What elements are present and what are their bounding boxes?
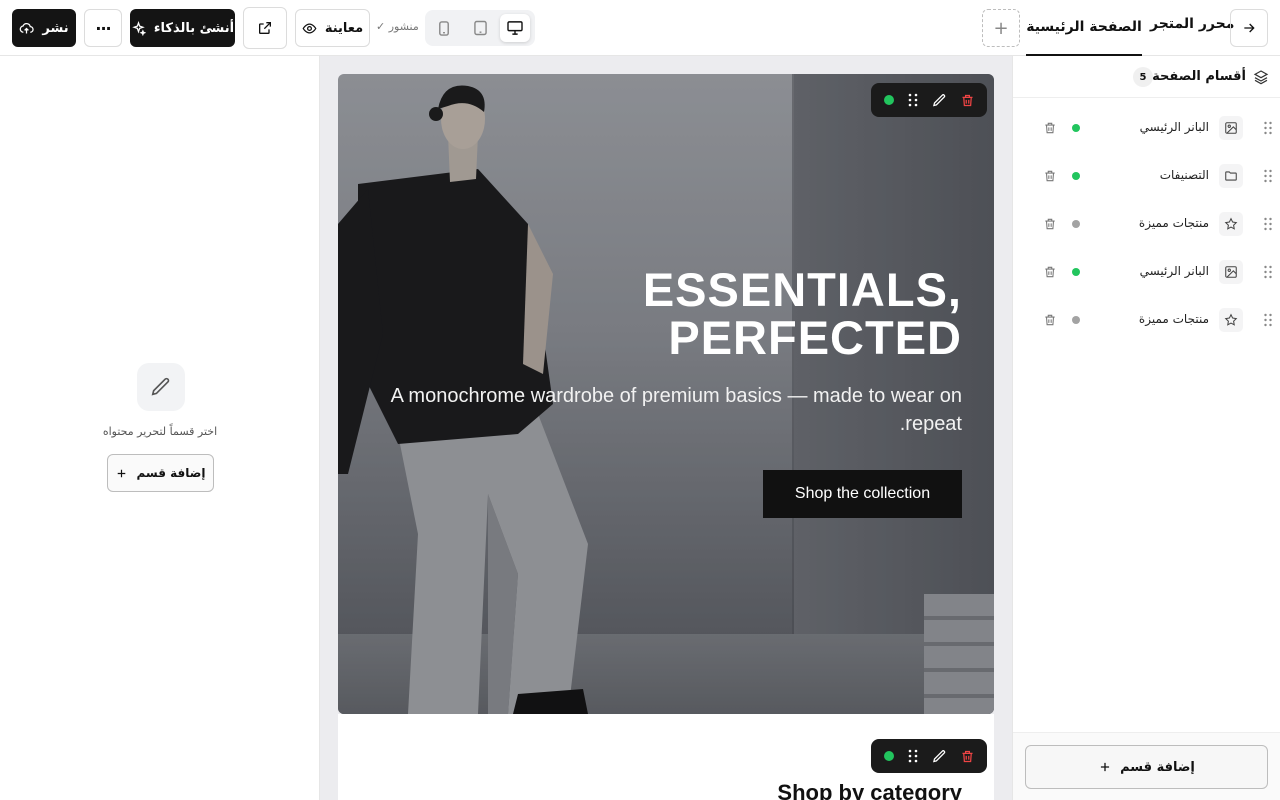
empty-state-icon-box	[137, 363, 185, 411]
add-page-button[interactable]: +	[982, 9, 1020, 47]
ai-generate-label: أنشئ بالذكاء	[153, 20, 235, 36]
visibility-dot[interactable]	[883, 751, 894, 761]
section-status-dot[interactable]	[1072, 268, 1080, 276]
star-icon	[1219, 212, 1243, 236]
add-section-label: إضافة قسم	[1120, 759, 1195, 775]
trash-icon[interactable]	[960, 749, 975, 764]
preview-canvas: ESSENTIALS, PERFECTED A monochrome wardr…	[320, 56, 1012, 800]
publish-button[interactable]: نشر	[12, 9, 76, 47]
mobile-view-button[interactable]	[429, 14, 459, 42]
sections-count-badge: 5	[1133, 67, 1153, 87]
plus-icon: +	[993, 17, 1009, 39]
section-list-item[interactable]: منتجات مميزة	[1023, 300, 1273, 340]
drag-handle-icon[interactable]	[907, 93, 919, 107]
edit-pencil-icon[interactable]	[932, 749, 947, 764]
hero-title-line-1: ESSENTIALS,	[642, 263, 962, 316]
section-status-dot[interactable]	[1072, 220, 1080, 228]
image-icon	[1219, 260, 1243, 284]
drag-handle-icon[interactable]	[1263, 120, 1273, 139]
upload-cloud-icon	[20, 22, 35, 33]
tablet-icon	[473, 20, 487, 36]
plus-icon	[118, 469, 126, 477]
hero-title-line-2: PERFECTED	[668, 311, 962, 364]
add-section-button[interactable]: إضافة قسم	[107, 454, 214, 492]
section-list-item[interactable]: البانر الرئيسي	[1023, 252, 1273, 292]
tablet-view-button[interactable]	[465, 14, 495, 42]
preview-button[interactable]: معاينة	[295, 9, 370, 47]
visibility-dot[interactable]	[883, 95, 894, 105]
tab-home-label: الصفحة الرئيسية	[1026, 19, 1142, 35]
trash-icon[interactable]	[1043, 120, 1057, 139]
device-switcher	[425, 10, 535, 46]
section-list-item[interactable]: منتجات مميزة	[1023, 204, 1273, 244]
section-status-dot[interactable]	[1072, 172, 1080, 180]
trash-icon[interactable]	[1043, 312, 1057, 331]
sections-panel-title: أقسام الصفحة	[1152, 69, 1246, 84]
back-button[interactable]	[1230, 9, 1268, 47]
monitor-icon	[507, 21, 523, 35]
category-section-title: Shop by category	[777, 780, 962, 800]
hero-subtitle[interactable]: A monochrome wardrobe of premium basics …	[362, 382, 962, 438]
layers-icon	[1253, 70, 1269, 85]
drag-handle-icon[interactable]	[1263, 168, 1273, 187]
empty-state-text: اختر قسماً لتحرير محتواه	[102, 425, 218, 438]
drag-handle-icon[interactable]	[1263, 312, 1273, 331]
drag-handle-icon[interactable]	[1263, 264, 1273, 283]
add-section-button[interactable]: إضافة قسم	[1025, 745, 1268, 789]
hero-title[interactable]: ESSENTIALS, PERFECTED	[522, 266, 962, 362]
folder-icon	[1219, 164, 1243, 188]
published-status: ✓ منشور	[376, 20, 419, 33]
section-item-label: منتجات مميزة	[1138, 312, 1209, 326]
eye-icon	[302, 22, 317, 34]
mobile-icon	[439, 20, 449, 36]
more-icon: ···	[95, 18, 111, 38]
ai-generate-button[interactable]: أنشئ بالذكاء	[130, 9, 235, 47]
desktop-view-button[interactable]	[500, 14, 530, 42]
pencil-icon	[151, 377, 170, 396]
external-link-icon	[259, 22, 271, 34]
publish-label: نشر	[42, 20, 69, 36]
section-item-label: البانر الرئيسي	[1139, 120, 1209, 134]
section-item-label: البانر الرئيسي	[1139, 264, 1209, 278]
hero-banner[interactable]: ESSENTIALS, PERFECTED A monochrome wardr…	[338, 74, 994, 714]
preview-label: معاينة	[324, 20, 364, 36]
section-status-dot[interactable]	[1072, 124, 1080, 132]
top-bar: نشر ··· أنشئ بالذكاء معاينة ✓ منشور + ال…	[0, 0, 1280, 56]
section-status-dot[interactable]	[1072, 316, 1080, 324]
category-section-toolbar	[871, 739, 987, 773]
image-icon	[1219, 116, 1243, 140]
open-store-button[interactable]	[243, 7, 287, 49]
hero-cta-button[interactable]: Shop the collection	[763, 470, 962, 518]
drag-handle-icon[interactable]	[1263, 216, 1273, 235]
section-editor-panel: اختر قسماً لتحرير محتواه إضافة قسم	[0, 56, 320, 800]
sparkles-icon	[132, 20, 146, 36]
section-list-item[interactable]: البانر الرئيسي	[1023, 108, 1273, 148]
sections-panel-footer: إضافة قسم	[1013, 732, 1280, 800]
trash-icon[interactable]	[1043, 216, 1057, 235]
tab-home-page[interactable]: الصفحة الرئيسية	[1026, 0, 1142, 56]
trash-icon[interactable]	[960, 93, 975, 108]
trash-icon[interactable]	[1043, 264, 1057, 283]
more-options-button[interactable]: ···	[84, 9, 122, 47]
hero-section-toolbar	[871, 83, 987, 117]
star-icon	[1219, 308, 1243, 332]
section-item-label: التصنيفات	[1159, 168, 1209, 182]
section-item-label: منتجات مميزة	[1138, 216, 1209, 230]
plus-icon	[1101, 762, 1110, 772]
drag-handle-icon[interactable]	[907, 749, 919, 763]
edit-pencil-icon[interactable]	[932, 93, 947, 108]
section-list-item[interactable]: التصنيفات	[1023, 156, 1273, 196]
arrow-right-icon	[1244, 23, 1255, 33]
add-section-label: إضافة قسم	[136, 466, 206, 480]
sections-panel-header: 5 أقسام الصفحة	[1013, 56, 1280, 98]
editor-title: محرر المتجر	[1150, 16, 1235, 32]
sections-panel: 5 أقسام الصفحة البانر الرئيسي التصنيفات من…	[1012, 56, 1280, 800]
trash-icon[interactable]	[1043, 168, 1057, 187]
